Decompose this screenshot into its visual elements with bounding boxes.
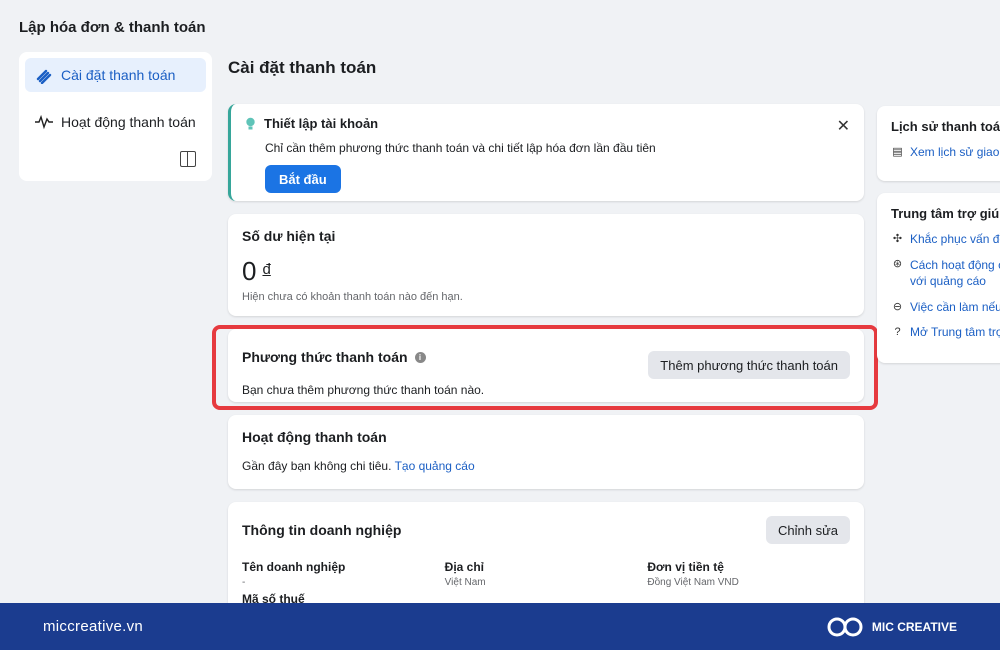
currency-symbol: đ	[262, 261, 271, 278]
footer-brand: MIC CREATIVE	[826, 616, 957, 638]
business-title: Thông tin doanh nghiệp	[242, 522, 402, 538]
field-value: -	[242, 577, 246, 588]
question-icon: ?	[894, 325, 901, 338]
pulse-icon	[33, 111, 55, 133]
balance-note: Hiện chưa có khoản thanh toán nào đến hạ…	[242, 291, 463, 303]
link-label: với quảng cáo	[910, 274, 986, 288]
help-link-open-center[interactable]: ? Mở Trung tâm trợ	[891, 325, 1000, 339]
sidebar-item-payment-settings[interactable]: Cài đặt thanh toán	[25, 58, 206, 92]
setup-account-card: Thiết lập tài khoản Chỉ cần thêm phương …	[228, 104, 864, 201]
footer-banner: miccreative.vn MIC CREATIVE	[0, 603, 1000, 650]
field-value: Đồng Việt Nam VND	[647, 577, 739, 588]
setup-description: Chỉ cần thêm phương thức thanh toán và c…	[265, 141, 656, 155]
sidebar-item-label: Cài đặt thanh toán	[61, 67, 176, 83]
sidebar: Cài đặt thanh toán Hoạt động thanh toán	[19, 52, 212, 181]
link-label: Khắc phục vấn đề	[910, 232, 1000, 246]
minus-circle-icon: ⊖	[892, 301, 903, 313]
highlight-box	[212, 325, 878, 410]
balance-card: Số dư hiện tại 0 đ Hiện chưa có khoản th…	[228, 214, 864, 316]
brand-logo-icon	[827, 617, 863, 636]
balance-title: Số dư hiện tại	[242, 228, 336, 244]
edit-button[interactable]: Chỉnh sửa	[765, 516, 850, 544]
circles-icon: ⊛	[892, 258, 903, 270]
activity-text: Gần đây bạn không chi tiêu.	[242, 459, 392, 473]
sidebar-item-label: Hoạt động thanh toán	[61, 114, 196, 130]
field-label: Tên doanh nghiệp	[242, 560, 346, 574]
help-link-how-it-works[interactable]: ⊛ Cách hoạt động c với quảng cáo	[891, 257, 1000, 289]
page-title: Cài đặt thanh toán	[228, 58, 377, 77]
receipt-icon: ▤	[892, 146, 903, 158]
help-center-card: Trung tâm trợ giúp ✣ Khắc phục vấn đề ⊛ …	[877, 193, 1000, 363]
wrench-icon: ✣	[892, 233, 903, 245]
field-label: Đơn vị tiền tệ	[647, 560, 724, 574]
app-title: Lập hóa đơn & thanh toán	[19, 19, 206, 36]
activity-title: Hoạt động thanh toán	[242, 429, 387, 445]
history-title: Lịch sử thanh toán	[891, 119, 1000, 134]
payment-history-card: Lịch sử thanh toán ▤ Xem lịch sử giao d	[877, 106, 1000, 181]
link-label: Việc cần làm nếu	[910, 300, 1000, 314]
link-label: Xem lịch sử giao d	[910, 145, 1000, 159]
start-button[interactable]: Bắt đầu	[265, 165, 341, 193]
business-info-card: Thông tin doanh nghiệp Chỉnh sửa Tên doa…	[228, 502, 864, 612]
lightbulb-icon	[245, 117, 256, 131]
setup-title: Thiết lập tài khoản	[264, 116, 379, 131]
collapse-sidebar-icon[interactable]	[180, 151, 196, 167]
close-icon[interactable]: ✕	[837, 116, 850, 136]
link-label: Mở Trung tâm trợ	[910, 325, 1000, 339]
sidebar-item-payment-activity[interactable]: Hoạt động thanh toán	[25, 105, 206, 139]
help-title: Trung tâm trợ giúp	[891, 206, 1000, 221]
pencil-icon	[33, 64, 55, 86]
help-link-what-to-do[interactable]: ⊖ Việc cần làm nếu	[891, 300, 1000, 314]
help-link-troubleshoot[interactable]: ✣ Khắc phục vấn đề	[891, 232, 1000, 246]
view-history-link[interactable]: ▤ Xem lịch sử giao d	[891, 145, 1000, 159]
footer-site: miccreative.vn	[43, 618, 144, 635]
brand-name: MIC CREATIVE	[871, 619, 957, 634]
create-ad-link[interactable]: Tạo quảng cáo	[395, 459, 475, 473]
payment-activity-card: Hoạt động thanh toán Gần đây bạn không c…	[228, 415, 864, 489]
balance-amount: 0	[242, 256, 257, 286]
field-label: Địa chỉ	[444, 560, 485, 574]
field-value: Việt Nam	[444, 577, 486, 588]
link-label: Cách hoạt động c	[910, 258, 1000, 272]
